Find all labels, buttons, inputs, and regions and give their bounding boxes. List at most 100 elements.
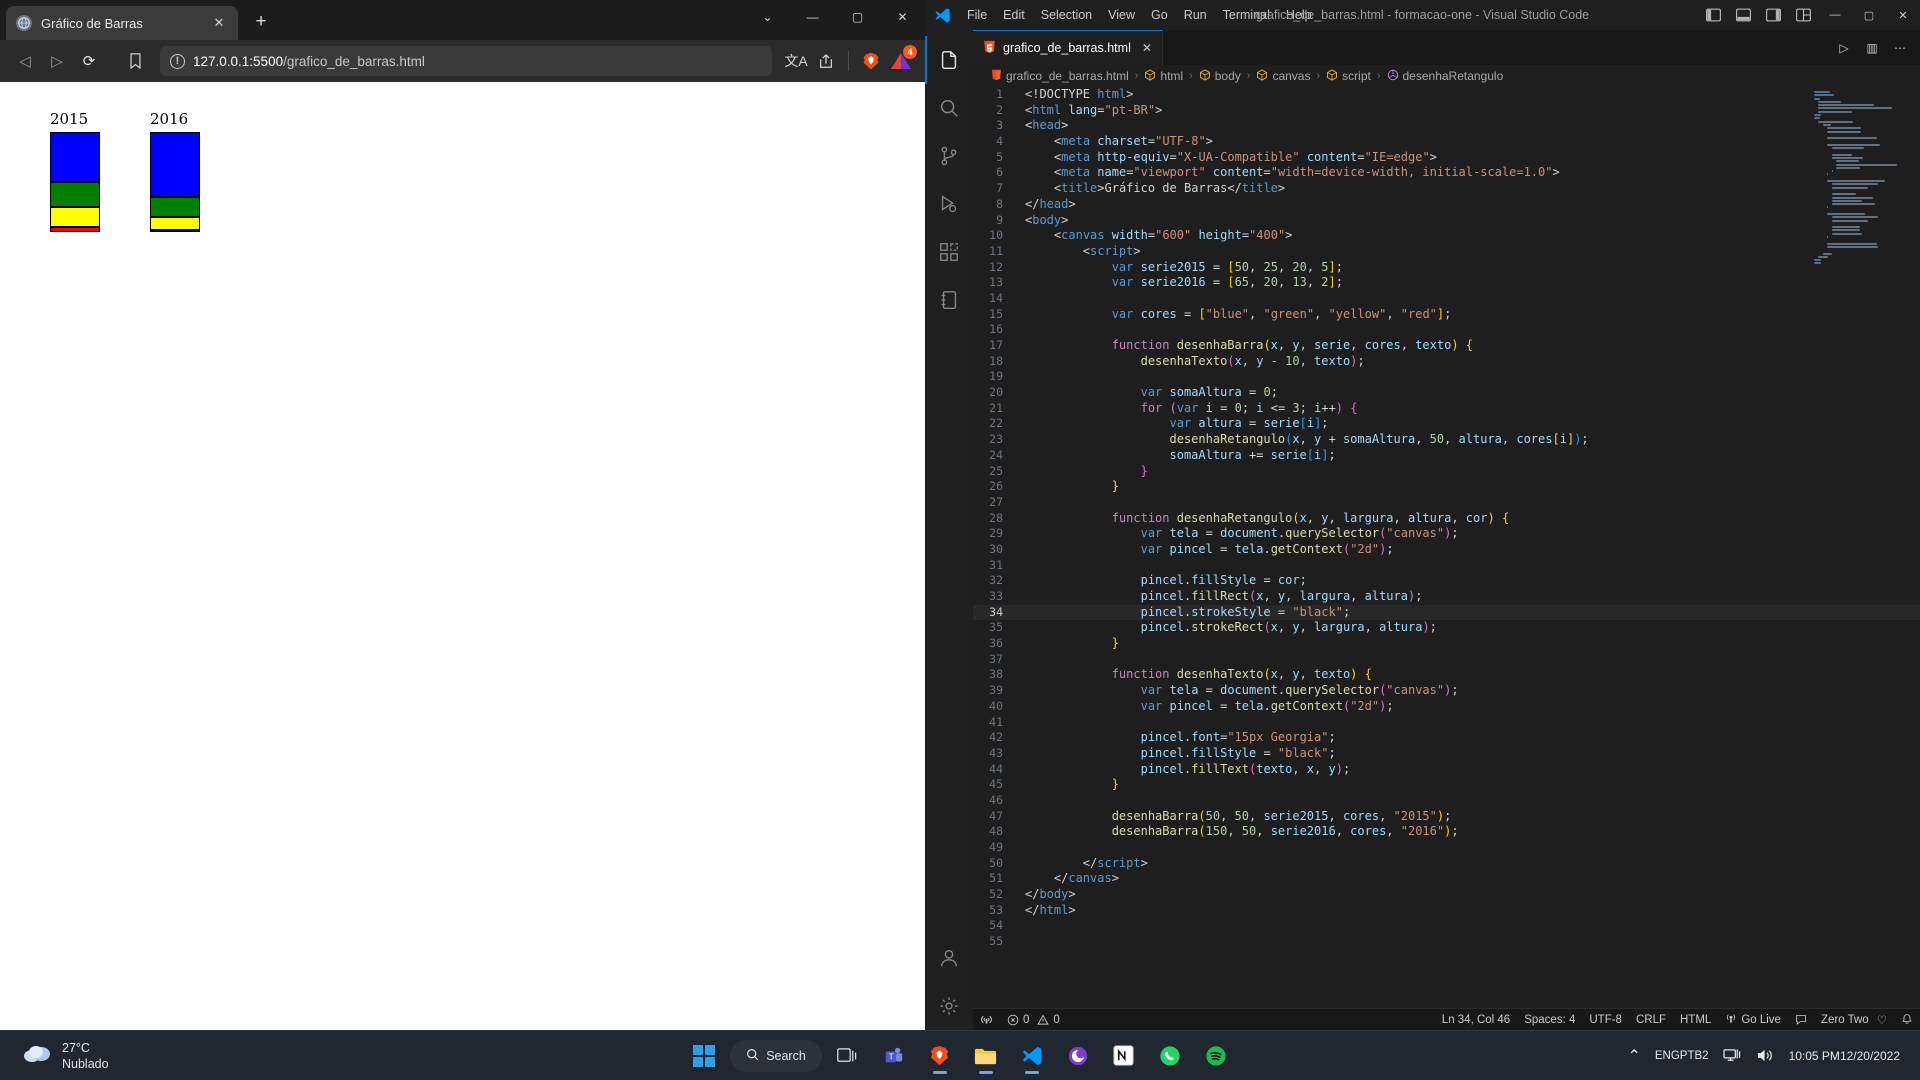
whatsapp-icon[interactable]	[1150, 1036, 1190, 1076]
teams-icon[interactable]: T	[874, 1036, 914, 1076]
minimap[interactable]	[1814, 91, 1906, 265]
run-icon[interactable]: ▷	[1832, 36, 1856, 60]
menu-item-run[interactable]: Run	[1176, 5, 1215, 25]
code-line[interactable]: 34 pincel.strokeStyle = "black";	[973, 604, 1920, 621]
translate-icon[interactable]: 文A	[782, 47, 810, 75]
vscode-icon[interactable]	[1012, 1036, 1052, 1076]
notifications-bell-icon[interactable]	[1894, 1009, 1920, 1031]
code-line[interactable]: 29 var tela = document.querySelector("ca…	[973, 526, 1920, 542]
activitybar-item-extensions[interactable]	[925, 228, 973, 276]
split-editor-icon[interactable]: ▥	[1860, 36, 1884, 60]
panel-left-icon[interactable]	[1698, 0, 1728, 30]
code-line[interactable]: 11 <script>	[973, 244, 1920, 260]
editor-scrollbar[interactable]	[1906, 87, 1920, 1008]
code-line[interactable]: 25 }	[973, 464, 1920, 480]
activitybar-item-source-control[interactable]	[925, 132, 973, 180]
shield-badge-icon[interactable]: 4	[887, 45, 917, 75]
breadcrumb-item-body[interactable]: body	[1199, 68, 1241, 84]
browser-tab[interactable]: Gráfico de Barras ✕	[6, 6, 238, 40]
code-line[interactable]: 35 pincel.strokeRect(x, y, largura, altu…	[973, 620, 1920, 636]
code-line[interactable]: 14	[973, 291, 1920, 307]
code-line[interactable]: 37	[973, 652, 1920, 668]
eol-setting[interactable]: CRLF	[1629, 1009, 1673, 1031]
code-line[interactable]: 39 var tela = document.querySelector("ca…	[973, 683, 1920, 699]
code-line[interactable]: 43 pincel.fillStyle = "black";	[973, 746, 1920, 762]
code-line[interactable]: 9 <body>	[973, 213, 1920, 229]
notion-icon[interactable]	[1104, 1036, 1144, 1076]
code-line[interactable]: 44 pincel.fillText(texto, x, y);	[973, 762, 1920, 778]
code-line[interactable]: 30 var pincel = tela.getContext("2d");	[973, 542, 1920, 558]
language-mode[interactable]: HTML	[1673, 1009, 1718, 1031]
menu-item-view[interactable]: View	[1100, 5, 1143, 25]
indentation-setting[interactable]: Spaces: 4	[1517, 1009, 1582, 1031]
code-line[interactable]: 22 var altura = serie[i];	[973, 416, 1920, 432]
activitybar-item-notebook[interactable]	[925, 276, 973, 324]
code-line[interactable]: 24 somaAltura += serie[i];	[973, 448, 1920, 464]
code-line[interactable]: 7 <title>Gráfico de Barras</title>	[973, 181, 1920, 197]
code-line[interactable]: 15 var cores = ["blue", "green", "yellow…	[973, 307, 1920, 323]
code-line[interactable]: 4 <meta charset="UTF-8">	[973, 134, 1920, 150]
breadcrumb-item-canvas[interactable]: canvas	[1256, 68, 1310, 84]
code-line[interactable]: 27	[973, 495, 1920, 511]
menu-item-file[interactable]: File	[959, 5, 995, 25]
code-line[interactable]: 3 <head>	[973, 118, 1920, 134]
menu-item-go[interactable]: Go	[1143, 5, 1176, 25]
feedback-icon[interactable]	[1788, 1009, 1814, 1031]
code-line[interactable]: 41	[973, 715, 1920, 731]
vscode-minimize-button[interactable]: —	[1818, 0, 1852, 30]
code-line[interactable]: 47 desenhaBarra(50, 50, serie2015, cores…	[973, 809, 1920, 825]
menu-item-edit[interactable]: Edit	[995, 5, 1033, 25]
breadcrumb-item-script[interactable]: script	[1326, 68, 1371, 84]
code-line[interactable]: 20 var somaAltura = 0;	[973, 385, 1920, 401]
back-icon[interactable]: ◁	[10, 46, 40, 76]
code-line[interactable]: 28 function desenhaRetangulo(x, y, largu…	[973, 511, 1920, 527]
code-line[interactable]: 1 <!DOCTYPE html>	[973, 87, 1920, 103]
code-line[interactable]: 16	[973, 322, 1920, 338]
code-line[interactable]: 2 <html lang="pt-BR">	[973, 103, 1920, 119]
activitybar-item-settings[interactable]	[925, 982, 973, 1030]
theme-user[interactable]: Zero Two ♡	[1814, 1009, 1894, 1031]
menu-item-terminal[interactable]: Terminal	[1215, 5, 1278, 25]
code-line[interactable]: 33 pincel.fillRect(x, y, largura, altura…	[973, 589, 1920, 605]
code-line[interactable]: 26 }	[973, 479, 1920, 495]
code-line[interactable]: 38 function desenhaTexto(x, y, texto) {	[973, 667, 1920, 683]
close-icon[interactable]: ✕	[1142, 41, 1152, 55]
panel-right-icon[interactable]	[1758, 0, 1788, 30]
editor-tab[interactable]: grafico_de_barras.html ✕	[973, 30, 1163, 65]
code-line[interactable]: 40 var pincel = tela.getContext("2d");	[973, 699, 1920, 715]
menu-item-selection[interactable]: Selection	[1033, 5, 1100, 25]
windows-start-icon[interactable]	[684, 1036, 724, 1076]
vscode-maximize-button[interactable]: ▢	[1852, 0, 1886, 30]
go-live-button[interactable]: Go Live	[1718, 1009, 1788, 1031]
code-line[interactable]: 52 </body>	[973, 887, 1920, 903]
code-line[interactable]: 12 var serie2015 = [50, 25, 20, 5];	[973, 260, 1920, 276]
spotify-icon[interactable]	[1196, 1036, 1236, 1076]
code-line[interactable]: 10 <canvas width="600" height="400">	[973, 228, 1920, 244]
code-line[interactable]: 51 </canvas>	[973, 871, 1920, 887]
code-line[interactable]: 53 </html>	[973, 903, 1920, 919]
code-line[interactable]: 31	[973, 558, 1920, 574]
code-line[interactable]: 17 function desenhaBarra(x, y, serie, co…	[973, 338, 1920, 354]
code-line[interactable]: 36 }	[973, 636, 1920, 652]
code-line[interactable]: 6 <meta name="viewport" content="width=d…	[973, 165, 1920, 181]
code-line[interactable]: 23 desenhaRetangulo(x, y + somaAltura, 5…	[973, 432, 1920, 448]
folder-icon[interactable]	[966, 1036, 1006, 1076]
task-view-icon[interactable]	[828, 1036, 868, 1076]
code-line[interactable]: 32 pincel.fillStyle = cor;	[973, 573, 1920, 589]
code-line[interactable]: 55	[973, 934, 1920, 950]
code-line[interactable]: 18 desenhaTexto(x, y - 10, texto);	[973, 354, 1920, 370]
activitybar-item-accounts[interactable]	[925, 934, 973, 982]
code-line[interactable]: 48 desenhaBarra(150, 50, serie2016, core…	[973, 824, 1920, 840]
breadcrumb-item-html[interactable]: html	[1144, 68, 1183, 84]
vscode-close-button[interactable]: ✕	[1886, 0, 1920, 30]
remote-window-icon[interactable]	[973, 1009, 1000, 1031]
code-line[interactable]: 8 </head>	[973, 197, 1920, 213]
reload-icon[interactable]: ⟳	[74, 46, 104, 76]
encoding-setting[interactable]: UTF-8	[1582, 1009, 1629, 1031]
code-line[interactable]: 21 for (var i = 0; i <= 3; i++) {	[973, 401, 1920, 417]
new-tab-button[interactable]: +	[246, 7, 276, 37]
code-line[interactable]: 19	[973, 369, 1920, 385]
close-icon[interactable]: ✕	[210, 14, 228, 32]
breadcrumb-item-grafico-de-barras-html[interactable]: grafico_de_barras.html	[991, 69, 1129, 84]
breadcrumb-item-desenharetangulo[interactable]: desenhaRetangulo	[1387, 69, 1503, 84]
